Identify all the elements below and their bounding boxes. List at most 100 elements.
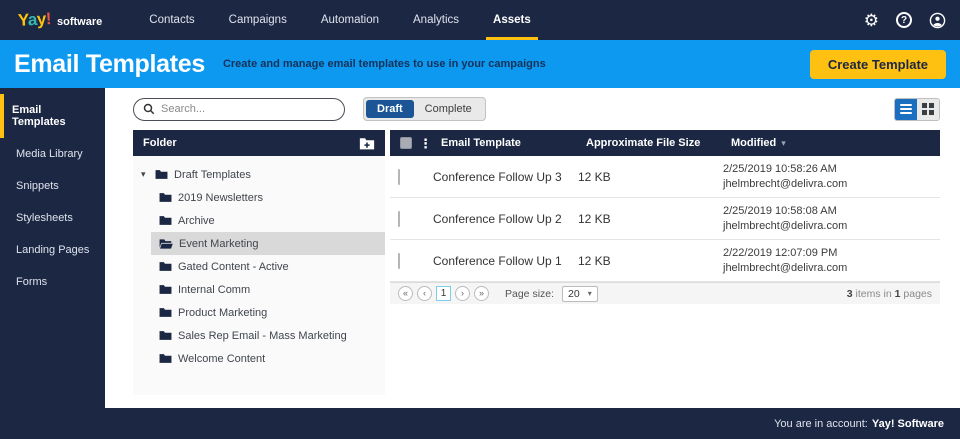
tree-folder-2019-newsletters[interactable]: 2019 Newsletters <box>151 186 385 209</box>
settings-gear-icon[interactable]: ⚙ <box>864 12 879 29</box>
summary-text: items in <box>852 287 895 300</box>
tree-expand-caret-icon[interactable]: ▾ <box>141 169 149 180</box>
page-title: Email Templates <box>14 49 205 78</box>
row-checkbox[interactable] <box>398 168 400 185</box>
tree-folder-label: Archive <box>178 214 215 227</box>
filter-draft-button[interactable]: Draft <box>366 100 414 118</box>
column-header-modified-label: Modified <box>731 137 777 149</box>
status-filter-toggle: Draft Complete <box>363 97 486 121</box>
table-row[interactable]: Conference Follow Up 2 12 KB 2/25/2019 1… <box>390 198 940 240</box>
first-page-button[interactable]: « <box>398 286 413 301</box>
row-checkbox-cell <box>398 210 433 227</box>
cell-file-size: 12 KB <box>578 169 611 184</box>
tree-root-label: Draft Templates <box>174 168 251 181</box>
select-all-checkbox[interactable] <box>400 137 412 149</box>
folder-panel-title: Folder <box>143 137 177 149</box>
cell-template-name: Conference Follow Up 2 <box>433 211 562 226</box>
tree-folder-label: Gated Content - Active <box>178 260 289 273</box>
sidebar-item-email-templates[interactable]: Email Templates <box>0 94 105 138</box>
row-checkbox[interactable] <box>398 210 400 227</box>
nav-item-campaigns[interactable]: Campaigns <box>212 0 304 40</box>
tree-folder-label: Product Marketing <box>178 306 268 319</box>
prev-page-button[interactable]: ‹ <box>417 286 432 301</box>
create-template-button[interactable]: Create Template <box>809 49 946 79</box>
sidebar-item-stylesheets[interactable]: Stylesheets <box>0 202 105 234</box>
tree-folder-archive[interactable]: Archive <box>151 209 385 232</box>
search-input[interactable] <box>161 103 335 115</box>
footer: You are in account: Yay! Software <box>0 408 960 439</box>
cell-file-size: 12 KB <box>578 211 611 226</box>
account-avatar-icon[interactable] <box>929 12 946 29</box>
column-header-email-template[interactable]: Email Template <box>441 137 586 149</box>
tree-folder-event-marketing[interactable]: Event Marketing <box>151 232 385 255</box>
row-checkbox-cell <box>398 168 433 185</box>
search-box <box>133 97 345 121</box>
column-header-file-size[interactable]: Approximate File Size <box>586 137 731 149</box>
folder-icon <box>159 330 172 341</box>
sort-desc-icon: ▾ <box>781 138 786 148</box>
tree-folder-gated-content-active[interactable]: Gated Content - Active <box>151 255 385 278</box>
folder-panel-header: Folder <box>133 130 385 156</box>
last-page-button[interactable]: » <box>474 286 489 301</box>
help-icon[interactable]: ? <box>896 12 912 28</box>
folder-icon <box>155 169 168 180</box>
main-nav: Contacts Campaigns Automation Analytics … <box>132 0 548 40</box>
tree-root-draft-templates[interactable]: ▾ Draft Templates <box>133 163 385 186</box>
cell-modified: 2/22/2019 12:07:09 PM jhelmbrecht@delivr… <box>723 246 932 276</box>
cell-template-name: Conference Follow Up 1 <box>433 253 562 268</box>
tree-folder-welcome-content[interactable]: Welcome Content <box>151 347 385 370</box>
sidebar-item-landing-pages[interactable]: Landing Pages <box>0 234 105 266</box>
tree-folder-sales-rep-email[interactable]: Sales Rep Email - Mass Marketing <box>151 324 385 347</box>
cell-modified-by: jhelmbrecht@delivra.com <box>723 177 848 190</box>
list-view-icon[interactable] <box>895 98 917 120</box>
nav-item-automation[interactable]: Automation <box>304 0 396 40</box>
cell-modified-by: jhelmbrecht@delivra.com <box>723 261 848 274</box>
logo[interactable]: Yay! software <box>17 9 103 30</box>
cell-file-size: 12 KB <box>578 253 611 268</box>
page-header: Email Templates Create and manage email … <box>0 40 960 88</box>
cell-modified-date: 2/25/2019 10:58:26 AM <box>723 162 837 175</box>
folder-icon <box>159 307 172 318</box>
table-row[interactable]: Conference Follow Up 1 12 KB 2/22/2019 1… <box>390 240 940 282</box>
row-checkbox[interactable] <box>398 252 400 269</box>
grid-view-icon[interactable] <box>917 98 939 120</box>
tree-folder-product-marketing[interactable]: Product Marketing <box>151 301 385 324</box>
folder-icon <box>159 192 172 203</box>
current-page-button[interactable]: 1 <box>436 286 451 301</box>
nav-item-assets[interactable]: Assets <box>476 0 548 40</box>
sidebar-item-forms[interactable]: Forms <box>0 266 105 298</box>
new-folder-icon[interactable] <box>359 137 375 150</box>
grid-menu-kebab-icon[interactable]: ⋮ <box>419 137 432 150</box>
account-label: You are in account: <box>774 417 868 430</box>
cell-template-name: Conference Follow Up 3 <box>433 169 562 184</box>
tree-folder-label: Event Marketing <box>179 237 259 250</box>
sidebar-item-snippets[interactable]: Snippets <box>0 170 105 202</box>
cell-modified-date: 2/25/2019 10:58:08 AM <box>723 204 837 217</box>
filter-complete-button[interactable]: Complete <box>414 100 483 118</box>
content-card: Folder ▾ Draft Templates 2019 Newsletter… <box>133 130 940 395</box>
next-page-button[interactable]: › <box>455 286 470 301</box>
page-size-value: 20 <box>568 287 580 300</box>
folder-open-icon <box>159 238 173 250</box>
row-checkbox-cell <box>398 252 433 269</box>
folder-tree: ▾ Draft Templates 2019 Newsletters Archi… <box>133 156 385 395</box>
summary-text: pages <box>900 287 932 300</box>
pagination-bar: « ‹ 1 › » Page size: 20 ▾ 3 items in 1 pa… <box>390 282 940 304</box>
logo-software-label: software <box>57 16 103 28</box>
page-subtitle: Create and manage email templates to use… <box>222 58 546 70</box>
view-mode-toggle <box>894 97 940 121</box>
table-row[interactable]: Conference Follow Up 3 12 KB 2/25/2019 1… <box>390 156 940 198</box>
sidebar-item-media-library[interactable]: Media Library <box>0 138 105 170</box>
folder-icon <box>159 353 172 364</box>
nav-item-contacts[interactable]: Contacts <box>132 0 211 40</box>
column-header-modified[interactable]: Modified ▾ <box>731 137 930 149</box>
top-nav: Yay! software Contacts Campaigns Automat… <box>0 0 960 40</box>
folder-icon <box>159 284 172 295</box>
account-name: Yay! Software <box>871 417 944 430</box>
tree-folder-internal-comm[interactable]: Internal Comm <box>151 278 385 301</box>
nav-item-analytics[interactable]: Analytics <box>396 0 476 40</box>
nav-icons: ⚙ ? <box>864 12 946 29</box>
tree-folder-label: Sales Rep Email - Mass Marketing <box>178 329 347 342</box>
page-size-select[interactable]: 20 ▾ <box>562 285 598 302</box>
body-row: Email Templates Media Library Snippets S… <box>0 88 960 408</box>
